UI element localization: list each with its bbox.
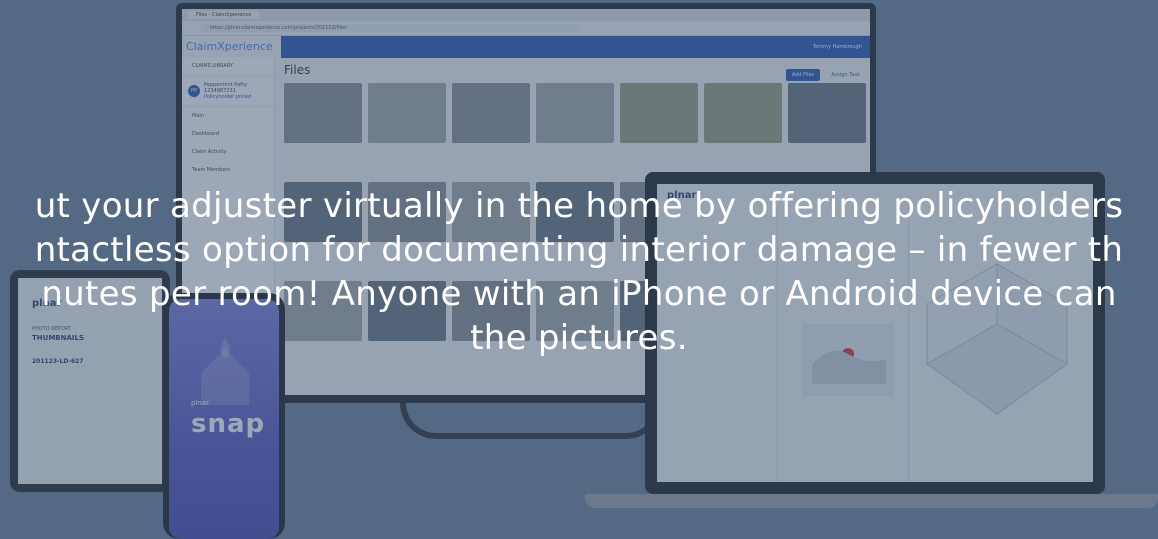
headline-line-2: ntactless option for documenting interio…: [34, 230, 1124, 270]
hero-banner: Files - ClaimXperience https://plnar.cla…: [0, 0, 1158, 539]
headline-line-3: nutes per room! Anyone with an iPhone or…: [41, 274, 1117, 314]
headline-text: ut your adjuster virtually in the home b…: [0, 184, 1158, 360]
headline-line-4: the pictures.: [470, 318, 688, 358]
headline-line-1: ut your adjuster virtually in the home b…: [34, 186, 1124, 226]
